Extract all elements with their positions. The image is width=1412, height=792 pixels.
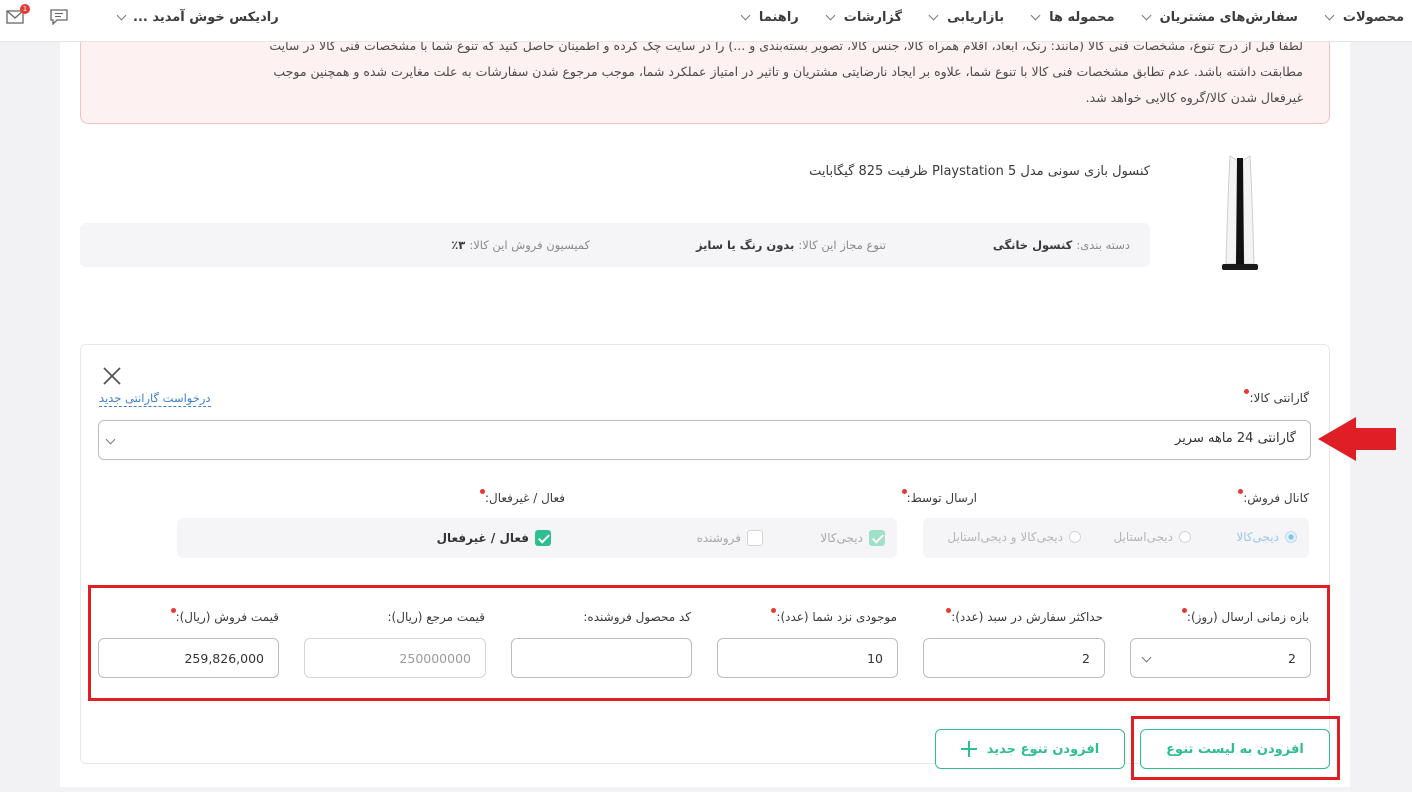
active-label: فعال / غیرفعال: (478, 489, 565, 505)
chevron-down-icon (740, 10, 751, 20)
option-label: دیجی‌کالا (1236, 530, 1279, 544)
info-label: تنوع مجاز این کالا: (798, 238, 886, 252)
info-value: بدون رنگ یا سایز (695, 238, 795, 252)
checkbox-unchecked (747, 530, 763, 546)
nav-label: سفارش‌های مشتریان (1159, 9, 1298, 25)
variant-form-panel: گارانتی کالا: درخواست گارانتی جدید گاران… (80, 344, 1330, 764)
chevron-down-icon (928, 10, 939, 20)
sales-channel-option-digistyle[interactable]: دیجی‌استایل (1113, 530, 1191, 544)
shipping-option-seller[interactable]: فروشنده (697, 530, 763, 546)
main-menu: محصولات سفارش‌های مشتریان محموله ها بازا… (732, 0, 1404, 34)
chevron-down-icon (1030, 10, 1041, 20)
label-text: فعال / غیرفعال: (484, 491, 565, 505)
radio-unselected (1069, 531, 1081, 543)
variant-form-card: لطفا قبل از درج تنوع، مشخصات فنی کالا (م… (60, 42, 1350, 787)
radio-unselected (1179, 531, 1191, 543)
close-icon[interactable] (101, 365, 123, 387)
info-value: ٪۳ (451, 238, 466, 252)
nav-help[interactable]: راهنما (732, 0, 799, 34)
commission-info: کمیسیون فروش این کالا: ٪۳ (451, 223, 590, 267)
active-toggle[interactable]: فعال / غیرفعال (437, 530, 551, 546)
label-text: گارانتی کالا: (1249, 391, 1309, 405)
checkbox-checked (869, 530, 885, 546)
top-navigation-bar: محصولات سفارش‌های مشتریان محموله ها بازا… (0, 0, 1412, 42)
user-menu[interactable]: رادیکس خوش آمدید ... (116, 0, 279, 34)
warning-alert: لطفا قبل از درج تنوع، مشخصات فنی کالا (م… (80, 42, 1330, 124)
nav-customer-orders[interactable]: سفارش‌های مشتریان (1133, 0, 1298, 34)
info-label: کمیسیون فروش این کالا: (469, 238, 590, 252)
alert-line: مطابقت داشته باشد. عدم تطابق مشخصات فنی … (273, 64, 1303, 79)
nav-reports[interactable]: گزارشات (817, 0, 902, 34)
request-new-warranty-link[interactable]: درخواست گارانتی جدید (99, 391, 211, 407)
highlight-box (88, 585, 1330, 701)
chevron-down-icon (1141, 10, 1152, 20)
sales-channel-option-both[interactable]: دیجی‌کالا و دیجی‌استایل (947, 530, 1081, 544)
alert-line: غیرفعال شدن کالا/گروه کالایی خواهد شد. (1085, 90, 1303, 105)
shipping-option-digikala[interactable]: دیجی‌کالا (820, 530, 885, 546)
product-image (1222, 155, 1258, 270)
label-text: کانال فروش: (1243, 491, 1309, 505)
highlight-box (1131, 716, 1340, 780)
shipping-group: دیجی‌کالا فروشنده (511, 518, 897, 558)
info-value: کنسول خانگی (992, 238, 1073, 252)
nav-shipments[interactable]: محموله ها (1022, 0, 1115, 34)
required-dot (479, 489, 485, 494)
option-label: فروشنده (696, 531, 741, 545)
product-title: کنسول بازی سونی مدل Playstation 5 ظرفیت … (809, 164, 1150, 179)
active-group: فعال / غیرفعال (177, 518, 565, 558)
add-new-variant-button[interactable]: افزودن تنوع جدید (935, 729, 1125, 769)
category-info: دسته بندی: کنسول خانگی (993, 223, 1130, 267)
mail-badge: 1 (20, 4, 30, 14)
nav-label: بازاریابی (947, 9, 1005, 25)
shipping-label: ارسال توسط: (900, 489, 977, 505)
option-label: دیجی‌کالا (820, 531, 863, 545)
label-text: ارسال توسط: (906, 491, 977, 505)
warranty-select[interactable]: گارانتی 24 ماهه سرير (98, 420, 1311, 460)
chat-icon[interactable] (49, 9, 69, 25)
variant-info: تنوع مجاز این کالا: بدون رنگ یا سایز (696, 223, 886, 267)
warranty-selected-value: گارانتی 24 ماهه سرير (1175, 431, 1296, 446)
nav-label: محصولات (1342, 9, 1404, 25)
nav-label: گزارشات (843, 9, 903, 25)
radio-selected (1285, 531, 1297, 543)
nav-label: راهنما (758, 9, 799, 25)
plus-icon (960, 741, 977, 757)
alert-line: لطفا قبل از درج تنوع، مشخصات فنی کالا (م… (269, 42, 1303, 53)
sales-channel-label: کانال فروش: (1236, 489, 1309, 505)
required-dot (901, 489, 907, 494)
chevron-down-icon (825, 10, 836, 20)
arrow-left-icon (1318, 417, 1396, 461)
warranty-label: گارانتی کالا: (1242, 389, 1309, 405)
button-label: افزودن تنوع جدید (986, 741, 1100, 757)
option-label: فعال / غیرفعال (436, 531, 529, 545)
checkbox-checked (535, 530, 551, 546)
nav-products[interactable]: محصولات (1316, 0, 1404, 34)
chevron-down-icon (116, 10, 127, 20)
sales-channel-group: دیجی‌کالا دیجی‌استایل دیجی‌کالا و دیجی‌ا… (923, 518, 1309, 558)
sales-channel-option-digikala[interactable]: دیجی‌کالا (1236, 530, 1297, 544)
chevron-down-icon (1324, 10, 1335, 20)
nav-marketing[interactable]: بازاریابی (920, 0, 1004, 34)
product-info-bar: دسته بندی: کنسول خانگی تنوع مجاز این کالا… (80, 223, 1150, 267)
option-label: دیجی‌استایل (1113, 530, 1173, 544)
info-label: دسته بندی: (1076, 238, 1130, 252)
option-label: دیجی‌کالا و دیجی‌استایل (947, 530, 1063, 544)
welcome-text: رادیکس خوش آمدید ... (133, 9, 279, 25)
nav-label: محموله ها (1049, 9, 1115, 25)
chevron-down-icon (105, 434, 116, 445)
